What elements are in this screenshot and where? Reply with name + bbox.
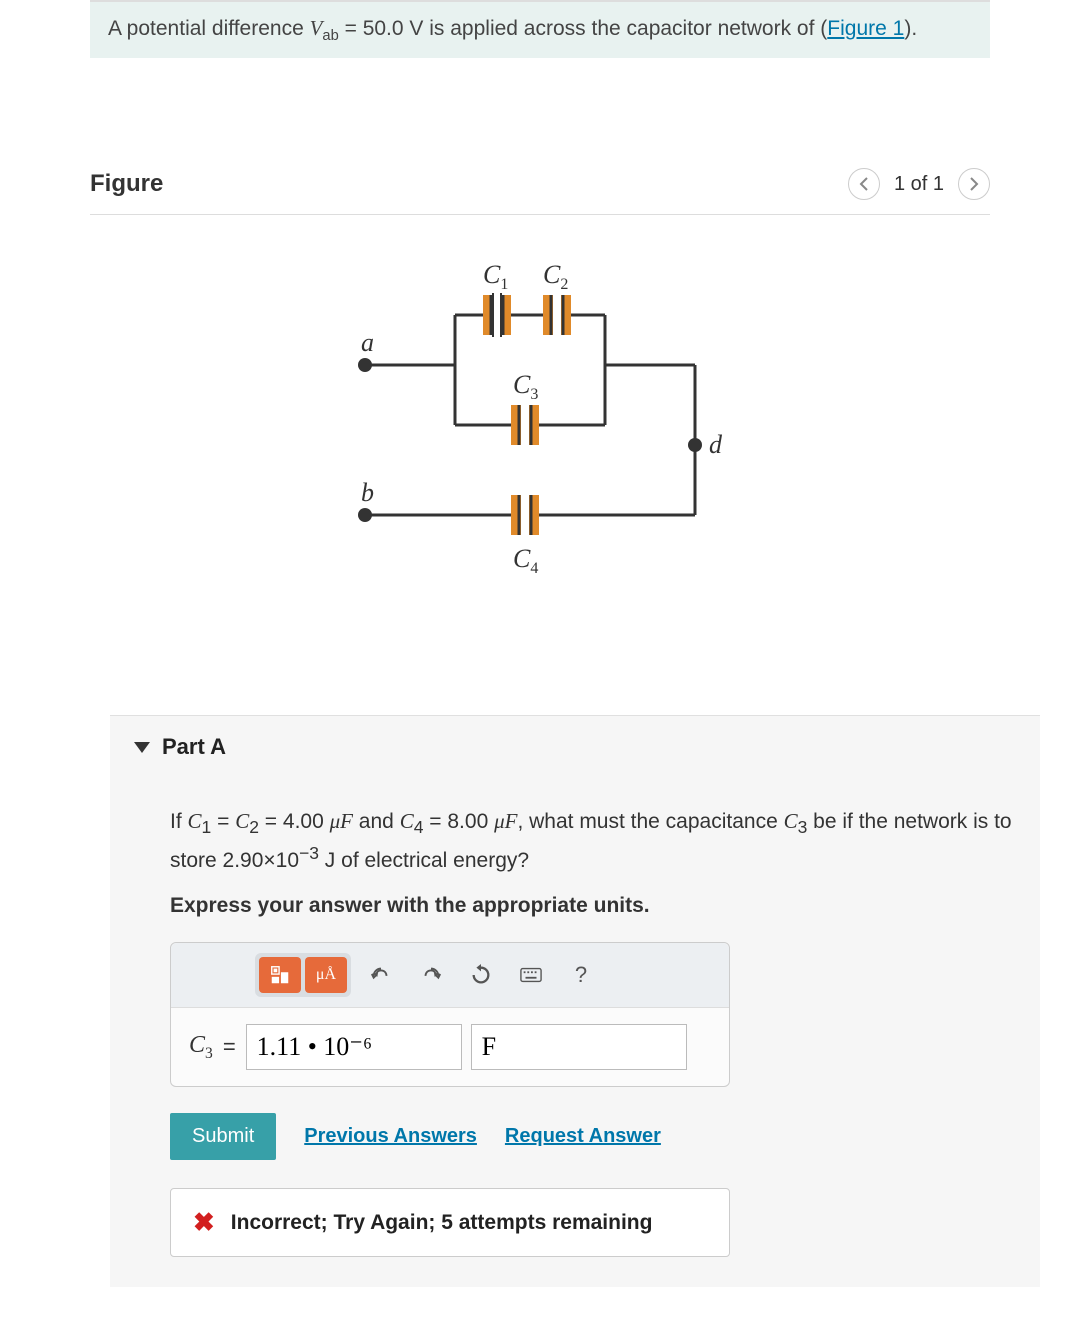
question-text: If C1 = C2 = 4.00 μF and C4 = 8.00 μF, w… [170, 806, 1016, 876]
help-button[interactable]: ? [561, 957, 601, 993]
answer-row: C3 = [171, 1008, 729, 1086]
redo-button[interactable] [411, 957, 451, 993]
answer-box: μÅ ? [170, 942, 730, 1087]
feedback-text: Incorrect; Try Again; 5 attempts remaini… [231, 1211, 653, 1235]
fraction-template-icon [269, 964, 291, 986]
problem-middle: = 50.0 V is applied across the capacitor… [339, 17, 828, 40]
part-a-header[interactable]: Part A [110, 716, 1040, 778]
answer-value-input[interactable] [246, 1024, 462, 1070]
template-button[interactable] [259, 957, 301, 993]
previous-answers-link[interactable]: Previous Answers [304, 1125, 477, 1148]
actions-row: Submit Previous Answers Request Answer [170, 1113, 1016, 1160]
answer-variable: C3 [189, 1032, 213, 1063]
problem-var-sub: ab [322, 28, 338, 44]
keyboard-button[interactable] [511, 957, 551, 993]
figure-header: Figure 1 of 1 [90, 168, 990, 215]
label-c3: C3 [513, 370, 538, 403]
keyboard-icon [520, 964, 542, 986]
label-b: b [361, 478, 374, 507]
figure-prev-button[interactable] [848, 168, 880, 200]
problem-var: V [310, 16, 323, 40]
feedback-box: ✖ Incorrect; Try Again; 5 attempts remai… [170, 1188, 730, 1257]
answer-unit-input[interactable] [471, 1024, 687, 1070]
toolbar-format-group: μÅ [255, 953, 351, 997]
incorrect-icon: ✖ [193, 1207, 215, 1238]
problem-prefix: A potential difference [108, 17, 310, 40]
label-c2: C2 [543, 260, 568, 293]
figure-link[interactable]: Figure 1 [827, 17, 904, 40]
collapse-triangle-icon [134, 742, 150, 753]
undo-button[interactable] [361, 957, 401, 993]
problem-suffix: ). [904, 17, 917, 40]
figure-section: Figure 1 of 1 [90, 168, 990, 665]
label-a: a [361, 328, 374, 357]
label-c1: C1 [483, 260, 508, 293]
figure-body: a b d C1 C2 C3 C4 [90, 215, 990, 665]
answer-toolbar: μÅ ? [171, 943, 729, 1008]
part-a-title: Part A [162, 734, 226, 760]
part-a-panel: Part A If C1 = C2 = 4.00 μF and C4 = 8.0… [110, 715, 1040, 1287]
units-button[interactable]: μÅ [305, 957, 347, 993]
figure-next-button[interactable] [958, 168, 990, 200]
chevron-right-icon [969, 177, 979, 191]
equals-sign: = [223, 1034, 236, 1060]
label-d: d [709, 430, 723, 459]
request-answer-link[interactable]: Request Answer [505, 1125, 661, 1148]
figure-nav: 1 of 1 [848, 168, 990, 200]
label-c4: C4 [513, 544, 538, 577]
figure-counter: 1 of 1 [894, 173, 944, 196]
circuit-diagram: a b d C1 C2 C3 C4 [325, 255, 755, 615]
reset-button[interactable] [461, 957, 501, 993]
submit-button[interactable]: Submit [170, 1113, 276, 1160]
figure-title: Figure [90, 170, 163, 198]
problem-statement: A potential difference Vab = 50.0 V is a… [90, 0, 990, 58]
part-a-body: If C1 = C2 = 4.00 μF and C4 = 8.00 μF, w… [110, 778, 1040, 1287]
instruction-text: Express your answer with the appropriate… [170, 894, 1016, 918]
redo-icon [420, 964, 442, 986]
reset-icon [470, 964, 492, 986]
undo-icon [370, 964, 392, 986]
chevron-left-icon [859, 177, 869, 191]
